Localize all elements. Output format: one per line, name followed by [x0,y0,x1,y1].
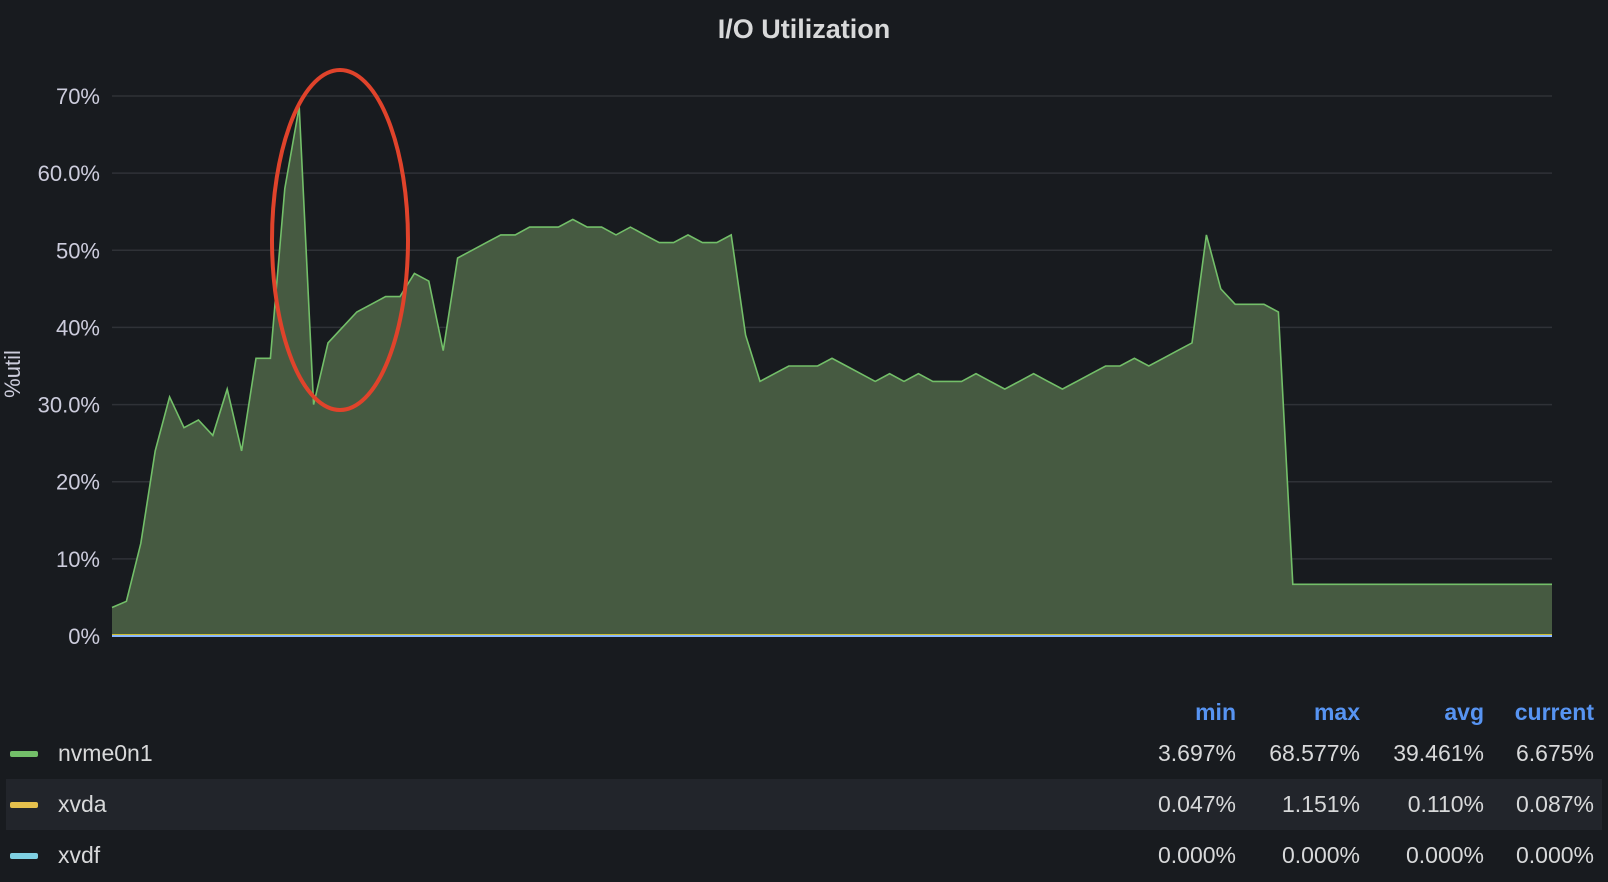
legend-series-name[interactable]: xvda [58,791,1112,818]
legend-max-value: 1.151% [1281,791,1360,817]
y-tick-label: 70% [56,84,100,109]
legend-header-avg[interactable]: avg [1360,699,1484,726]
legend-current-value: 6.675% [1515,740,1594,766]
y-tick-label: 60.0% [38,161,100,186]
legend-avg-value: 0.110% [1407,791,1484,817]
legend-header: min max avg current [6,676,1602,728]
legend-swatch [10,801,38,808]
y-axis-ticks: 0% 10% 20% 30.0% 40% 50% 60.0% 70% [38,84,100,649]
legend-series-name[interactable]: nvme0n1 [58,740,1112,767]
legend-header-max[interactable]: max [1236,699,1360,726]
y-axis-label: %util [0,350,25,398]
legend-min-value: 0.047% [1157,791,1236,817]
y-tick-label: 40% [56,315,100,340]
legend-table: min max avg current nvme0n1 3.697% 68.57… [6,676,1602,881]
legend-row-xvda[interactable]: xvda 0.047% 1.151% 0.110% 0.087% [6,779,1602,830]
legend-series-name[interactable]: xvdf [58,842,1112,869]
series-nvme0n1-area [112,106,1552,637]
legend-max-value: 0.000% [1281,842,1360,868]
legend-current-value: 0.000% [1515,842,1594,868]
chart-area: 0% 10% 20% 30.0% 40% 50% 60.0% 70% %util [0,68,1552,649]
legend-current-value: 0.087% [1515,791,1594,817]
legend-header-current[interactable]: current [1484,699,1602,726]
legend-avg-value: 39.461% [1393,740,1484,766]
legend-min-value: 0.000% [1157,842,1236,868]
y-tick-label: 50% [56,238,100,263]
legend-row-nvme0n1[interactable]: nvme0n1 3.697% 68.577% 39.461% 6.675% [6,728,1602,779]
legend-swatch [10,750,38,757]
legend-swatch [10,852,38,859]
y-tick-label: 30.0% [38,393,100,418]
legend-row-xvdf[interactable]: xvdf 0.000% 0.000% 0.000% 0.000% [6,830,1602,881]
y-tick-label: 10% [56,547,100,572]
legend-avg-value: 0.000% [1405,842,1484,868]
legend-header-min[interactable]: min [1112,699,1236,726]
legend-min-value: 3.697% [1157,740,1236,766]
legend-max-value: 68.577% [1269,740,1360,766]
y-tick-label: 20% [56,470,100,495]
y-tick-label: 0% [68,624,100,649]
